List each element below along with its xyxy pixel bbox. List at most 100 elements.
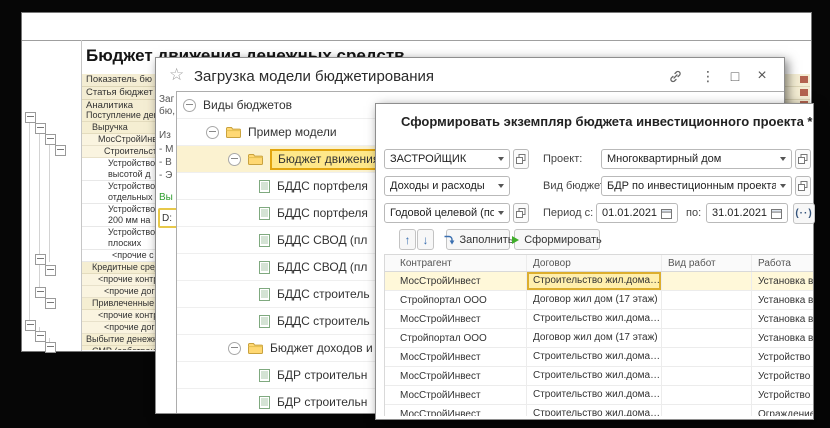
selected-cell[interactable]: Строительство жил.дома (17 этаж) xyxy=(527,272,662,290)
window-title: Сформировать экземпляр бюджета инвестици… xyxy=(401,114,812,129)
expand-box-icon[interactable] xyxy=(45,342,56,353)
project-select[interactable]: Многоквартирный дом xyxy=(601,149,792,169)
tree-item-label: БДДС строитель xyxy=(277,314,370,328)
bdds-toolbar-strip xyxy=(22,13,811,41)
table-row[interactable]: Стройпортал ООО Договор жил дом (17 этаж… xyxy=(385,329,813,348)
clipped-label: Заг xyxy=(159,94,174,105)
document-icon xyxy=(259,207,270,220)
column-header[interactable]: Договор xyxy=(527,255,662,271)
arrow-up-icon: ↑ xyxy=(405,233,411,247)
tree-item-label: БДДС СВОД (пл xyxy=(277,260,367,274)
tree-item-label: Пример модели xyxy=(248,125,337,139)
fill-button[interactable]: Заполнить xyxy=(446,229,510,250)
generate-button[interactable]: Сформировать xyxy=(514,229,600,250)
expand-box-icon[interactable] xyxy=(55,145,66,156)
column-header[interactable]: Контрагент xyxy=(385,255,527,271)
table-row[interactable]: МосСтройИнвест Строительство жил.дома (1… xyxy=(385,367,813,386)
document-icon xyxy=(259,180,270,193)
open-picker-icon xyxy=(516,154,526,164)
tree-item-label: БДР строительн xyxy=(277,395,367,409)
maximize-icon[interactable]: □ xyxy=(724,65,746,87)
collapse-icon[interactable] xyxy=(183,99,196,112)
open-picker-button[interactable] xyxy=(795,149,811,169)
table-row[interactable]: МосСтройИнвест Строительство жил.дома (1… xyxy=(385,310,813,329)
document-icon xyxy=(259,315,270,328)
fill-icon xyxy=(443,234,455,246)
contracts-table: Контрагент Договор Вид работ Работа МосС… xyxy=(384,254,813,416)
expand-box-icon[interactable] xyxy=(25,320,36,331)
table-row[interactable]: Стройпортал ООО Договор жил дом (17 этаж… xyxy=(385,291,813,310)
clipped-label: - Э xyxy=(159,170,172,181)
period-to-label: по: xyxy=(686,203,701,223)
move-down-button[interactable]: ↓ xyxy=(417,229,434,250)
organization-select[interactable]: ЗАСТРОЙЩИК xyxy=(384,149,510,169)
collapse-icon[interactable] xyxy=(206,126,219,139)
document-icon xyxy=(259,288,270,301)
expand-box-icon[interactable] xyxy=(45,134,56,145)
favorite-star-icon[interactable]: ☆ xyxy=(169,65,184,85)
budget-kind-select[interactable]: БДР по инвестиционным проектам (ввод пла… xyxy=(601,176,792,196)
calendar-icon[interactable] xyxy=(771,208,782,219)
open-picker-button[interactable] xyxy=(513,149,529,169)
tree-item-label: БДДС портфеля xyxy=(277,179,368,193)
column-header[interactable]: Вид работ xyxy=(662,255,752,271)
period-from-input[interactable]: 01.01.2021 xyxy=(596,203,678,223)
table-row[interactable]: МосСтройИнвест Строительство жил.дома (1… xyxy=(385,405,813,416)
open-picker-button[interactable] xyxy=(513,203,529,223)
chevron-down-icon[interactable] xyxy=(780,184,786,188)
clipped-text-fragment xyxy=(800,76,808,83)
document-icon xyxy=(259,234,270,247)
expand-box-icon[interactable] xyxy=(35,123,46,134)
arrow-down-icon: ↓ xyxy=(423,233,429,247)
calendar-icon[interactable] xyxy=(661,208,672,219)
folder-icon xyxy=(248,153,263,165)
chevron-down-icon[interactable] xyxy=(498,157,504,161)
tree-item-label: Бюджет доходов и xyxy=(270,341,373,355)
document-icon xyxy=(259,396,270,409)
scenario-select[interactable]: Доходы и расходы xyxy=(384,176,510,196)
table-header-row: Контрагент Договор Вид работ Работа xyxy=(385,255,813,272)
move-up-button[interactable]: ↑ xyxy=(399,229,416,250)
play-icon xyxy=(512,236,519,244)
desktop-background: Бюджет движения денежных средств Показат… xyxy=(0,0,830,428)
clipped-label: - М xyxy=(159,144,173,155)
collapse-icon[interactable] xyxy=(228,153,241,166)
open-picker-button[interactable] xyxy=(795,176,811,196)
clipped-label: бю, xyxy=(159,106,175,117)
expand-box-icon[interactable] xyxy=(45,265,56,276)
chevron-down-icon[interactable] xyxy=(498,211,504,215)
table-row[interactable]: МосСтройИнвест Строительство жил.дома (1… xyxy=(385,348,813,367)
collapse-icon[interactable] xyxy=(228,342,241,355)
period-to-input[interactable]: 31.01.2021 xyxy=(706,203,788,223)
clipped-label: Из xyxy=(159,130,171,141)
expand-box-icon[interactable] xyxy=(35,331,46,342)
tree-root-label: Виды бюджетов xyxy=(203,98,292,112)
period-kind-select[interactable]: Годовой целевой (по месяцам, пе xyxy=(384,203,510,223)
chevron-down-icon[interactable] xyxy=(498,184,504,188)
expand-box-icon[interactable] xyxy=(35,287,46,298)
folder-icon xyxy=(248,342,263,354)
period-picker-button[interactable]: (··) xyxy=(793,203,815,224)
tree-line xyxy=(29,122,30,322)
chevron-down-icon[interactable] xyxy=(780,157,786,161)
clipped-label: - В xyxy=(159,157,172,168)
kebab-menu-icon[interactable]: ⋮ xyxy=(697,65,719,87)
table-row[interactable]: МосСтройИнвест Строительство жил.дома (1… xyxy=(385,272,813,291)
open-picker-icon xyxy=(798,181,808,191)
expand-box-icon[interactable] xyxy=(45,298,56,309)
expand-box-icon[interactable] xyxy=(35,254,46,265)
link-icon[interactable] xyxy=(664,65,686,87)
expand-box-icon[interactable] xyxy=(25,112,36,123)
close-icon[interactable]: × xyxy=(751,65,773,87)
project-label: Проект: xyxy=(543,149,582,169)
open-picker-icon xyxy=(516,208,526,218)
table-row[interactable]: МосСтройИнвест Строительство жил.дома (1… xyxy=(385,386,813,405)
column-header[interactable]: Работа xyxy=(752,255,813,271)
document-icon xyxy=(259,261,270,274)
clipped-link-label[interactable]: Вы xyxy=(159,192,173,203)
tree-item-label: БДР строительн xyxy=(277,368,367,382)
window-title: Загрузка модели бюджетирования xyxy=(194,68,434,85)
tree-item-label: Бюджет движения xyxy=(270,149,387,170)
open-picker-icon xyxy=(798,154,808,164)
tree-item-label: БДДС строитель xyxy=(277,287,370,301)
